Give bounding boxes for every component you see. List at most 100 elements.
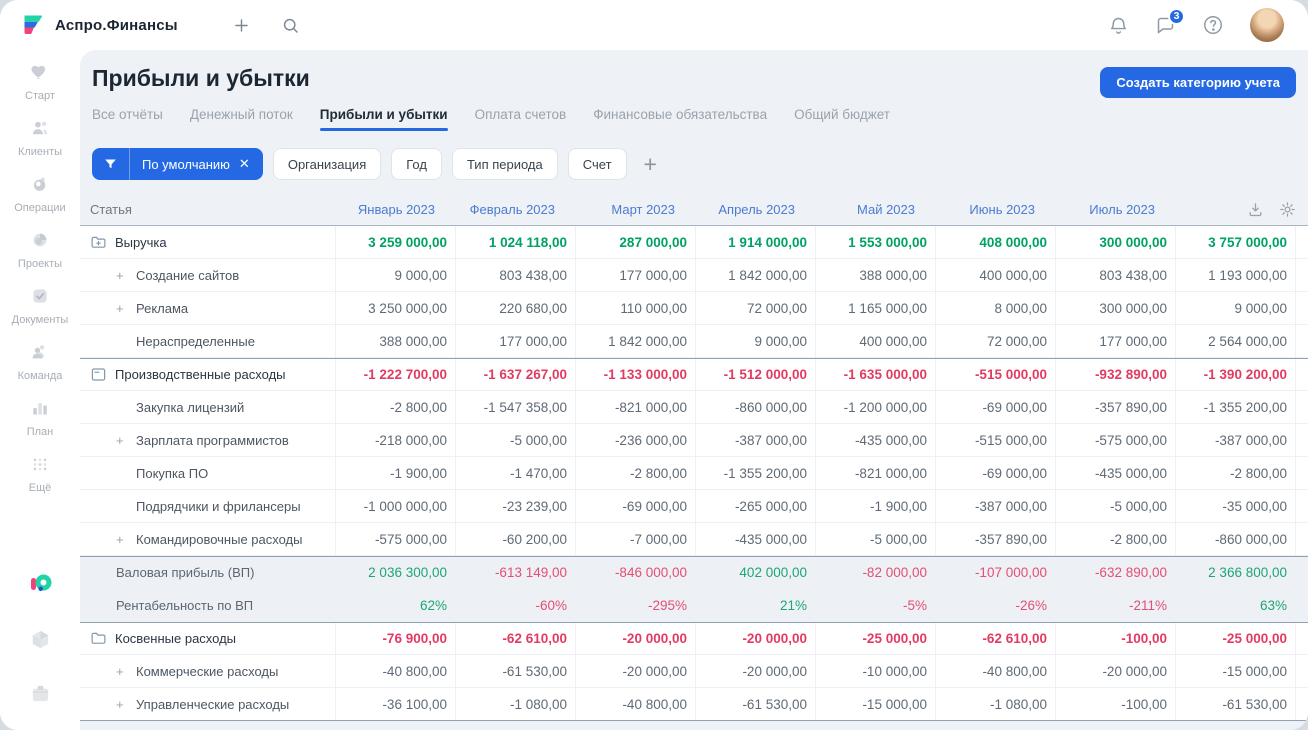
summary-row[interactable]: Рентабельность по ВП 62% -60% -295% 21% -5% -2… <box>80 589 1308 622</box>
column-header-month-3[interactable]: Март 2023 <box>575 202 695 217</box>
cell-value: -1 512 000,00 <box>695 359 815 390</box>
cell-value: -387 000,00 <box>1175 424 1295 456</box>
row-label-cell: Рентабельность по ВП <box>80 589 335 621</box>
sidebar-item-team[interactable]: Команда <box>12 342 69 382</box>
row-gutter <box>1295 523 1308 555</box>
help-icon[interactable] <box>1202 14 1224 36</box>
box-icon[interactable] <box>29 682 52 710</box>
table-row[interactable]: + Зарплата программистов -218 000,00 -5 000… <box>80 424 1308 457</box>
sidebar-item-documents[interactable]: Документы <box>12 286 68 326</box>
row-label: Реклама <box>136 300 189 316</box>
cell-value: -1 635 000,00 <box>815 359 935 390</box>
sidebar-item-projects[interactable]: Проекты <box>12 230 69 270</box>
column-header-month-5[interactable]: Май 2023 <box>815 202 935 217</box>
cell-value: -357 890,00 <box>935 523 1055 555</box>
cell-value: -1 222 700,00 <box>335 359 455 390</box>
sidebar-item-label: Клиенты <box>17 146 63 158</box>
table-row[interactable]: + Командировочные расходы -575 000,00 -60 2… <box>80 523 1308 556</box>
column-header-month-7[interactable]: Июль 2023 <box>1055 202 1175 217</box>
filter-chip-3[interactable]: Тип периода <box>451 148 558 180</box>
column-header-month-4[interactable]: Апрель 2023 <box>695 202 815 217</box>
cell-value: -1 080,00 <box>455 688 575 720</box>
table-row[interactable]: Подрядчики и фрилансеры -1 000 000,00 -23 … <box>80 490 1308 523</box>
row-label-cell: Косвенные расходы <box>80 623 335 654</box>
sidebar-item-start[interactable]: Старт <box>12 62 69 102</box>
chat-icon[interactable]: 3 <box>1155 7 1185 36</box>
create-category-button[interactable]: Создать категорию учета <box>1100 67 1296 98</box>
row-label-cell: + Управленческие расходы <box>80 688 335 720</box>
table-row[interactable]: Закупка лицензий -2 800,00 -1 547 358,00 -8… <box>80 391 1308 424</box>
cell-value: 388 000,00 <box>815 259 935 291</box>
cell-value: 803 438,00 <box>455 259 575 291</box>
table-row[interactable]: + Управленческие расходы -36 100,00 -1 080,… <box>80 688 1308 721</box>
column-header-month-2[interactable]: Февраль 2023 <box>455 202 575 217</box>
cell-value: -25 000,00 <box>1175 623 1295 654</box>
sidebar-item-operations[interactable]: Операции <box>12 174 69 214</box>
row-gutter <box>1295 557 1308 588</box>
tab-3[interactable]: Прибыли и убытки <box>319 107 448 131</box>
cell-value: -575 000,00 <box>1055 424 1175 456</box>
cell-value: -2 800,00 <box>1175 457 1295 489</box>
add-button[interactable] <box>228 12 255 39</box>
tab-4[interactable]: Оплата счетов <box>475 107 567 131</box>
expand-icon[interactable]: + <box>116 664 136 679</box>
tab-2[interactable]: Денежный поток <box>190 107 293 131</box>
summary-row[interactable]: Валовая прибыль (ВП) 2 036 300,00 -613 149… <box>80 556 1308 589</box>
filter-chip-2[interactable]: Год <box>391 148 442 180</box>
add-filter-button[interactable]: + <box>644 152 657 176</box>
cell-value: -76 900,00 <box>335 623 455 654</box>
sidebar-item-plan[interactable]: План <box>12 398 69 438</box>
sidebar-item-clients[interactable]: Клиенты <box>12 118 69 158</box>
cell-value: -15 000,00 <box>1175 655 1295 687</box>
sidebar-item-more[interactable]: Ещё <box>12 454 69 494</box>
sidebar-footer <box>27 570 54 730</box>
row-gutter <box>1295 226 1308 258</box>
column-header-month-1[interactable]: Январь 2023 <box>335 202 455 217</box>
table-row[interactable]: + Коммерческие расходы -40 800,00 -61 530,0… <box>80 655 1308 688</box>
cell-value: 300 000,00 <box>1055 226 1175 258</box>
expand-icon[interactable]: + <box>116 532 136 547</box>
cell-value: 72 000,00 <box>935 325 1055 357</box>
close-icon[interactable]: ✕ <box>239 156 263 172</box>
section-row[interactable]: Косвенные расходы -76 900,00 -62 610,00 -20… <box>80 622 1308 655</box>
user-avatar[interactable] <box>1250 8 1284 42</box>
cube-icon[interactable] <box>29 628 52 656</box>
cell-value: 388 000,00 <box>335 325 455 357</box>
cell-value: 287 000,00 <box>575 226 695 258</box>
filter-chip-4[interactable]: Счет <box>567 148 627 180</box>
table-row[interactable]: + Создание сайтов 9 000,00 803 438,00 177 00… <box>80 259 1308 292</box>
section-row[interactable]: Выручка 3 259 000,00 1 024 118,00 287 000,0… <box>80 226 1308 259</box>
filter-chip-1[interactable]: Организация <box>272 148 382 180</box>
search-icon[interactable] <box>277 12 304 39</box>
expand-icon[interactable]: + <box>116 268 136 283</box>
bell-icon[interactable] <box>1108 15 1129 36</box>
download-icon[interactable] <box>1247 201 1264 218</box>
tab-5[interactable]: Финансовые обязательства <box>593 107 767 131</box>
cell-value: 1 842 000,00 <box>695 259 815 291</box>
team-icon <box>30 342 50 367</box>
cell-value: 1 193 000,00 <box>1175 259 1295 291</box>
expand-icon[interactable]: + <box>116 697 136 712</box>
section-row[interactable]: Производственные расходы -1 222 700,00 -1 … <box>80 358 1308 391</box>
tab-1[interactable]: Все отчёты <box>92 107 163 131</box>
cell-value: -10 000,00 <box>815 655 935 687</box>
cell-value: -61 530,00 <box>695 688 815 720</box>
tab-6[interactable]: Общий бюджет <box>794 107 890 131</box>
table-row[interactable]: Покупка ПО -1 900,00 -1 470,00 -2 800,00 -1 … <box>80 457 1308 490</box>
default-filter-pill[interactable]: По умолчанию ✕ <box>92 148 263 180</box>
expand-icon[interactable]: + <box>116 433 136 448</box>
column-header-month-6[interactable]: Июнь 2023 <box>935 202 1055 217</box>
aspro-logo-icon <box>20 12 46 38</box>
aspro-color-icon[interactable] <box>27 570 54 602</box>
row-label-cell: + Командировочные расходы <box>80 523 335 555</box>
cell-value: 1 024 118,00 <box>455 226 575 258</box>
table-row[interactable]: Нераспределенные 388 000,00 177 000,00 1 84… <box>80 325 1308 358</box>
expand-icon[interactable]: + <box>116 301 136 316</box>
cell-value: -100,00 <box>1055 688 1175 720</box>
cell-value: -25 000,00 <box>815 623 935 654</box>
table-row[interactable]: + Реклама 3 250 000,00 220 680,00 110 000,00… <box>80 292 1308 325</box>
row-label-cell: + Создание сайтов <box>80 259 335 291</box>
gear-icon[interactable] <box>1279 201 1296 218</box>
row-gutter <box>1295 490 1308 522</box>
sidebar-item-label: Старт <box>25 90 55 102</box>
